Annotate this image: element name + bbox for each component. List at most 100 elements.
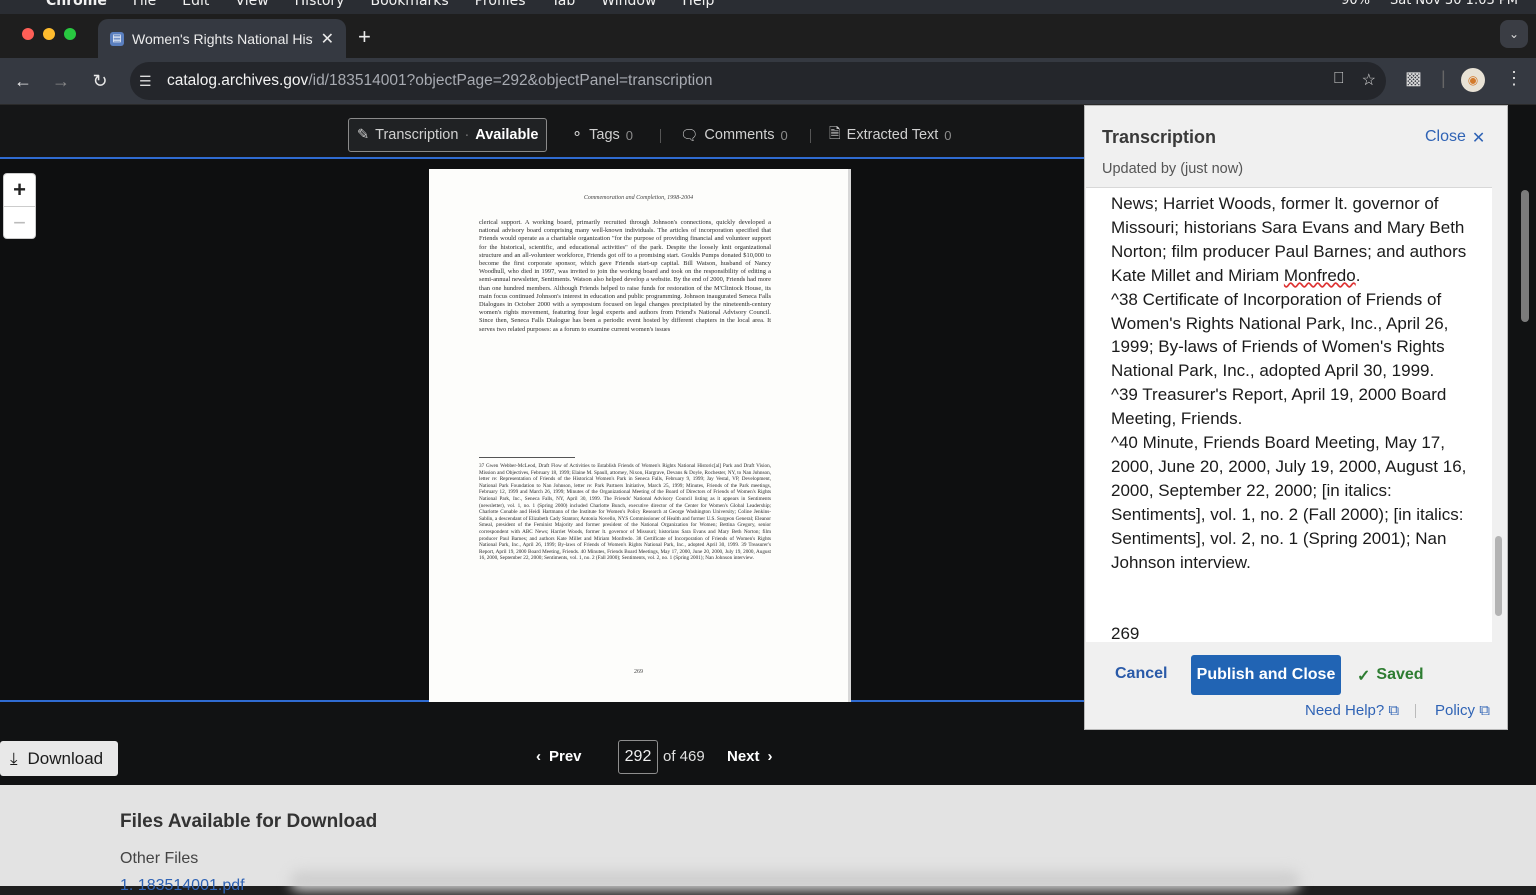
saved-label: Saved	[1376, 666, 1424, 683]
reload-icon[interactable]: ↻	[87, 68, 113, 94]
forward-arrow-icon[interactable]: →	[48, 68, 74, 94]
editor-scrollbar[interactable]	[1495, 536, 1502, 616]
menu-edit[interactable]: Edit	[182, 0, 209, 9]
close-tab-icon[interactable]: ✕	[321, 29, 334, 49]
site-info-icon[interactable]: ☰	[139, 73, 155, 90]
external-link-icon: ⧉	[1388, 702, 1400, 719]
cancel-button[interactable]: Cancel	[1115, 665, 1167, 683]
url-host: catalog.archives.gov	[167, 72, 309, 89]
tab-tags-count: 0	[625, 127, 634, 143]
close-window-button[interactable]	[22, 28, 34, 40]
document-page-image[interactable]: Commemoration and Completion, 1998-2004 …	[429, 169, 851, 702]
macos-menu-bar: Chrome File Edit View History Bookmarks …	[0, 0, 1536, 14]
page-footnotes: 37 Gwen Webber-McLeod, Draft Flow of Act…	[479, 463, 771, 562]
panel-header: Transcription Close ✕ Updated by (just n…	[1085, 106, 1507, 186]
install-app-icon[interactable]: ⎕	[1334, 70, 1344, 90]
publish-and-close-button[interactable]: Publish and Close	[1191, 655, 1341, 695]
transcription-textarea[interactable]: News; Harriet Woods, former lt. governor…	[1086, 187, 1492, 642]
battery-percent[interactable]: 90%	[1341, 0, 1370, 8]
checkmark-icon: ✓	[1357, 668, 1371, 685]
page-number-input[interactable]: 292	[618, 740, 658, 774]
panel-close-label: Close	[1425, 128, 1466, 145]
zoom-out-button[interactable]: −	[4, 206, 35, 238]
url-text[interactable]: catalog.archives.gov/id/183514001?object…	[167, 72, 713, 90]
prev-page-button[interactable]: ‹ Prev	[536, 748, 582, 765]
tab-transcription[interactable]: ✎ Transcription · Available	[348, 118, 548, 152]
file-download-link[interactable]: 1. 183514001.pdf	[120, 877, 245, 895]
archives-favicon-icon: ▤	[110, 31, 124, 46]
tab-title: Women's Rights National Hist	[132, 30, 313, 47]
page-running-header: Commemoration and Completion, 1998-2004	[583, 195, 694, 201]
bookmark-star-icon[interactable]: ☆	[1362, 70, 1376, 90]
tab-tags[interactable]: ⚬ Tags 0	[571, 118, 633, 152]
minimize-window-button[interactable]	[43, 28, 55, 40]
menu-bookmarks[interactable]: Bookmarks	[370, 0, 448, 9]
new-tab-icon[interactable]: +	[358, 24, 371, 50]
external-link-icon: ⧉	[1479, 702, 1490, 719]
page-total: of 469	[663, 748, 705, 765]
need-help-label: Need Help?	[1305, 702, 1385, 719]
pencil-edit-icon: ✎	[357, 127, 370, 143]
tab-extracted-label: Extracted Text	[846, 127, 939, 143]
menu-file[interactable]: File	[133, 0, 156, 9]
other-files-label: Other Files	[120, 850, 199, 867]
next-page-button[interactable]: Next ›	[727, 748, 773, 765]
tab-extracted-count: 0	[944, 127, 952, 143]
tab-tags-label: Tags	[589, 127, 620, 143]
page-scrollbar[interactable]	[1521, 190, 1529, 322]
chevron-right-icon: ›	[767, 748, 773, 765]
policy-link[interactable]: Policy ⧉	[1435, 702, 1490, 719]
tab-comments-label: Comments	[704, 127, 775, 143]
zoom-in-button[interactable]: +	[4, 174, 35, 206]
tab-divider	[660, 129, 661, 143]
tab-extracted-text[interactable]: 🗎 Extracted Text 0	[829, 118, 952, 152]
download-icon: ⤓	[10, 748, 18, 768]
back-arrow-icon[interactable]: ←	[10, 68, 36, 94]
clock[interactable]: Sat Nov 30 1:03 PM	[1390, 0, 1518, 8]
need-help-link[interactable]: Need Help? ⧉	[1305, 702, 1399, 719]
browser-toolbar: ← → ↻ ☰ catalog.archives.gov/id/18351400…	[0, 58, 1536, 105]
menu-view[interactable]: View	[235, 0, 268, 9]
panel-title: Transcription	[1102, 127, 1217, 147]
panel-close-button[interactable]: Close ✕	[1425, 128, 1485, 148]
menu-help[interactable]: Help	[682, 0, 714, 9]
page-number: 269	[634, 669, 643, 675]
link-divider	[1415, 704, 1416, 718]
page-body-text: clerical support. A working board, prima…	[479, 219, 771, 333]
menu-chrome[interactable]: Chrome	[46, 0, 107, 9]
zoom-controls: + −	[4, 174, 35, 238]
menu-profiles[interactable]: Profiles	[475, 0, 526, 9]
tab-comments[interactable]: 🗨 Comments 0	[680, 118, 788, 152]
download-button[interactable]: ⤓ Download	[0, 741, 118, 776]
document-icon: 🗎	[829, 125, 841, 142]
menu-window[interactable]: Window	[601, 0, 656, 9]
toolbar-divider: |	[1441, 68, 1446, 88]
close-x-icon: ✕	[1471, 130, 1486, 147]
tab-divider	[810, 129, 811, 143]
files-heading: Files Available for Download	[120, 811, 378, 832]
tag-icon: ⚬	[571, 127, 584, 143]
comment-bubble-icon: 🗨	[680, 127, 699, 144]
profile-avatar[interactable]: ◉	[1461, 68, 1485, 92]
address-bar[interactable]: ☰ catalog.archives.gov/id/183514001?obje…	[130, 62, 1386, 100]
updated-by-text: Updated by (just now)	[1102, 161, 1244, 177]
files-section: Files Available for Download Other Files…	[0, 785, 1536, 894]
spellcheck-flagged-word: Monfredo	[1283, 265, 1356, 285]
policy-label: Policy	[1435, 702, 1476, 719]
url-path: /id/183514001?objectPage=292&objectPanel…	[308, 72, 713, 89]
chrome-menu-kebab-icon[interactable]: ⋮	[1505, 68, 1523, 89]
menu-history[interactable]: History	[295, 0, 345, 9]
menu-tab[interactable]: Tab	[552, 0, 576, 9]
browser-tab-strip: ▤ Women's Rights National Hist ✕ + ⌄	[0, 14, 1536, 58]
document-stage[interactable]: + − Commemoration and Completion, 1998-2…	[0, 157, 1084, 702]
saved-status: ✓ Saved	[1357, 666, 1424, 686]
prev-label: Prev	[549, 748, 582, 765]
download-label: Download	[27, 748, 104, 768]
tab-transcription-label: Transcription	[375, 127, 459, 143]
browser-tab-active[interactable]: ▤ Women's Rights National Hist ✕	[98, 19, 346, 58]
extensions-puzzle-icon[interactable]: ▩	[1405, 68, 1422, 89]
maximize-window-button[interactable]	[64, 28, 76, 40]
tab-search-chevron-icon[interactable]: ⌄	[1500, 20, 1528, 48]
tab-comments-count: 0	[780, 127, 788, 143]
viewer-tab-bar: ✎ Transcription · Available ⚬ Tags 0 🗨 C…	[0, 105, 1084, 157]
